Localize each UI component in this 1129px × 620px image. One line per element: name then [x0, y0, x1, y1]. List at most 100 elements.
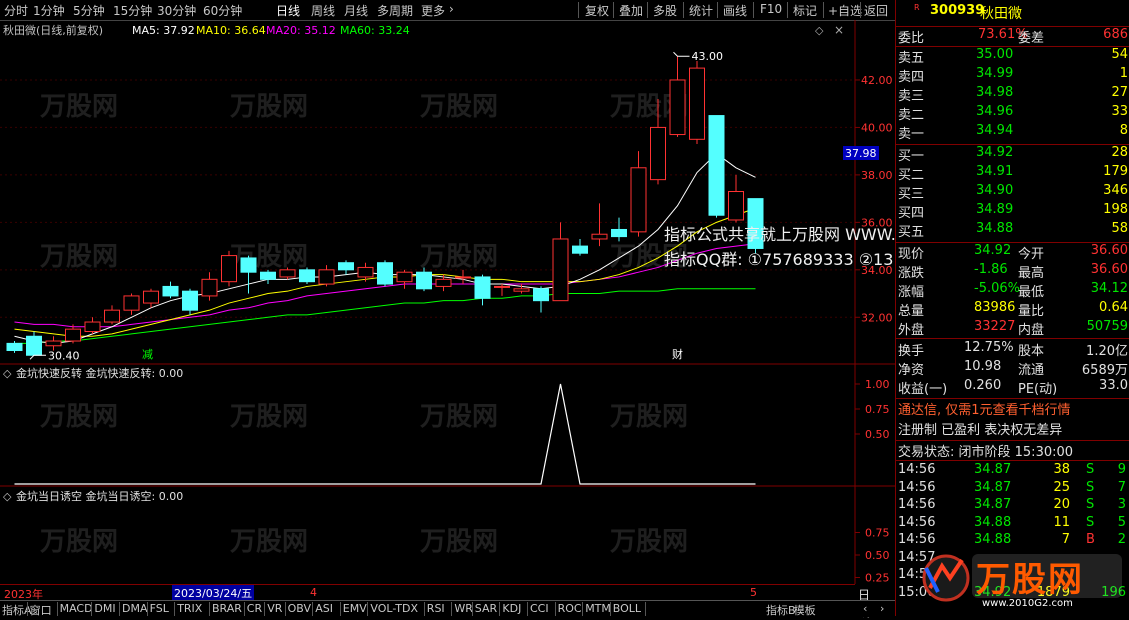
indicator-tab[interactable]: MACD [60, 602, 93, 615]
candle[interactable] [221, 250, 237, 287]
candle[interactable] [182, 288, 198, 315]
indicator-tab[interactable]: WR [454, 602, 473, 615]
candle[interactable] [435, 274, 452, 292]
candle[interactable] [533, 286, 549, 313]
indicator-tab[interactable]: RSI [427, 602, 445, 615]
bids-row[interactable]: 买一 34.92 28 [896, 145, 1129, 164]
candle[interactable] [377, 260, 393, 287]
indicator-tab[interactable]: KDJ [502, 602, 521, 615]
cai-marker[interactable]: 财 [672, 347, 683, 361]
tick-row[interactable]: 14:56 34.87 25 S 7 [896, 480, 1129, 498]
stat-label: 内盘 [1018, 323, 1045, 338]
bids-row[interactable]: 买四 34.89 198 [896, 202, 1129, 221]
bids-row[interactable]: 买三 34.90 346 [896, 183, 1129, 202]
more-chevron-icon[interactable]: › [449, 2, 454, 16]
asks-row[interactable]: 卖二 34.96 33 [896, 104, 1129, 123]
back-button[interactable]: 返回 [864, 2, 888, 19]
asks-row[interactable]: 卖四 34.99 1 [896, 66, 1129, 85]
indicator-tab[interactable]: TRIX [177, 602, 202, 615]
stock-name[interactable]: 秋田微 [980, 3, 1022, 23]
candle[interactable] [338, 260, 354, 275]
candle[interactable] [26, 331, 42, 356]
candle[interactable] [260, 269, 276, 285]
candle[interactable] [84, 317, 101, 334]
mark-button[interactable]: 标记 [793, 2, 817, 19]
tick-row[interactable]: 14:56 34.87 38 S 9 [896, 462, 1129, 480]
period-monthly[interactable]: 月线 [344, 2, 368, 19]
indicator2-collapse-icon[interactable]: ◇ [3, 490, 12, 503]
candle[interactable] [689, 60, 705, 145]
kline-chart-area[interactable]: 万股网 万股网 万股网 万股网 万股网 万股网 万股网 万股网 万股网 万股网 … [0, 20, 895, 584]
candle[interactable] [708, 115, 725, 218]
candle[interactable] [669, 56, 686, 137]
period-30min[interactable]: 30分钟 [157, 2, 196, 19]
close-pane-icon[interactable]: × [834, 23, 844, 37]
candle[interactable] [552, 222, 569, 302]
period-15min[interactable]: 15分钟 [113, 2, 152, 19]
candle[interactable] [494, 284, 510, 296]
candle[interactable] [572, 238, 588, 256]
indicator-tab[interactable]: BOLL [613, 602, 641, 615]
asks-row[interactable]: 卖三 34.98 27 [896, 85, 1129, 104]
candle[interactable] [143, 288, 159, 308]
indicator-tab[interactable]: EMV [343, 602, 367, 615]
indicator-tab[interactable]: CR [247, 602, 262, 615]
period-5min[interactable]: 5分钟 [73, 2, 105, 19]
tab-scroll-right-icon[interactable]: › [880, 602, 884, 615]
overlay-button[interactable]: 叠加 [619, 2, 643, 19]
candle[interactable] [162, 281, 179, 299]
indicator-tab[interactable]: ASI [315, 602, 333, 615]
candle[interactable] [728, 174, 744, 223]
indicator-tab[interactable]: SAR [475, 602, 497, 615]
asks-row[interactable]: 卖一 34.94 8 [896, 123, 1129, 142]
candle[interactable] [396, 269, 413, 289]
indicator-tab[interactable]: BRAR [212, 602, 242, 615]
indicator-tab[interactable]: DMA [122, 602, 148, 615]
stock-code[interactable]: 300939 [930, 3, 984, 18]
f10-button[interactable]: F10 [760, 2, 782, 16]
asks-row[interactable]: 卖五 35.00 54 [896, 47, 1129, 66]
period-multi[interactable]: 多周期 [377, 2, 413, 19]
indicator-tab[interactable]: DMI [94, 602, 115, 615]
kline-chart-svg[interactable]: 万股网 万股网 万股网 万股网 万股网 万股网 万股网 万股网 万股网 万股网 … [0, 20, 895, 584]
candle[interactable] [591, 203, 608, 247]
candle[interactable] [318, 265, 335, 287]
candle[interactable] [6, 341, 23, 353]
add-watchlist-button[interactable]: +自选 [828, 2, 862, 19]
candle[interactable] [240, 255, 257, 294]
period-1min[interactable]: 1分钟 [33, 2, 65, 19]
period-more[interactable]: 更多 [421, 2, 445, 19]
promo-row-1[interactable]: 通达信, 仅需1元查看千档行情 [896, 398, 1129, 419]
indicator-tab[interactable]: OBV [288, 602, 311, 615]
period-weekly[interactable]: 周线 [311, 2, 335, 19]
draw-line-button[interactable]: 画线 [723, 2, 747, 19]
multi-stock-button[interactable]: 多股 [653, 2, 677, 19]
candle[interactable] [630, 151, 647, 237]
indicator-tab[interactable]: ROC [558, 602, 582, 615]
period-fenshi[interactable]: 分时 [4, 2, 28, 19]
indicator-tab[interactable]: CCI [530, 602, 549, 615]
indicator-tab[interactable]: MTM [585, 602, 611, 615]
statistics-button[interactable]: 统计 [689, 2, 713, 19]
tick-row[interactable]: 14:56 34.87 20 S 3 [896, 497, 1129, 515]
candle[interactable] [611, 217, 627, 242]
indicator1-collapse-icon[interactable]: ◇ [3, 367, 12, 380]
indicator-tab[interactable]: VOL-TDX [370, 602, 418, 615]
fuquan-button[interactable]: 复权 [585, 2, 609, 19]
settings-diamond-icon[interactable]: ◇ [815, 24, 824, 37]
candle[interactable] [104, 305, 120, 325]
candle[interactable] [201, 272, 218, 301]
tab-scroll-left-icon[interactable]: ‹ [863, 602, 867, 615]
indicator-tab[interactable]: FSL [150, 602, 169, 615]
jian-marker[interactable]: 减 [142, 348, 153, 361]
indicator-tab[interactable]: VR [267, 602, 282, 615]
bids-row[interactable]: 买五 34.88 58 [896, 221, 1129, 240]
candle[interactable] [123, 293, 140, 315]
candle[interactable] [299, 267, 315, 285]
promo-text-1[interactable]: 通达信, 仅需1元查看千档行情 [898, 399, 1071, 418]
tick-row[interactable]: 14:56 34.88 11 S 5 [896, 515, 1129, 533]
candle[interactable] [474, 274, 491, 306]
period-daily[interactable]: 日线 [276, 2, 300, 19]
bids-row[interactable]: 买二 34.91 179 [896, 164, 1129, 183]
period-60min[interactable]: 60分钟 [203, 2, 242, 19]
